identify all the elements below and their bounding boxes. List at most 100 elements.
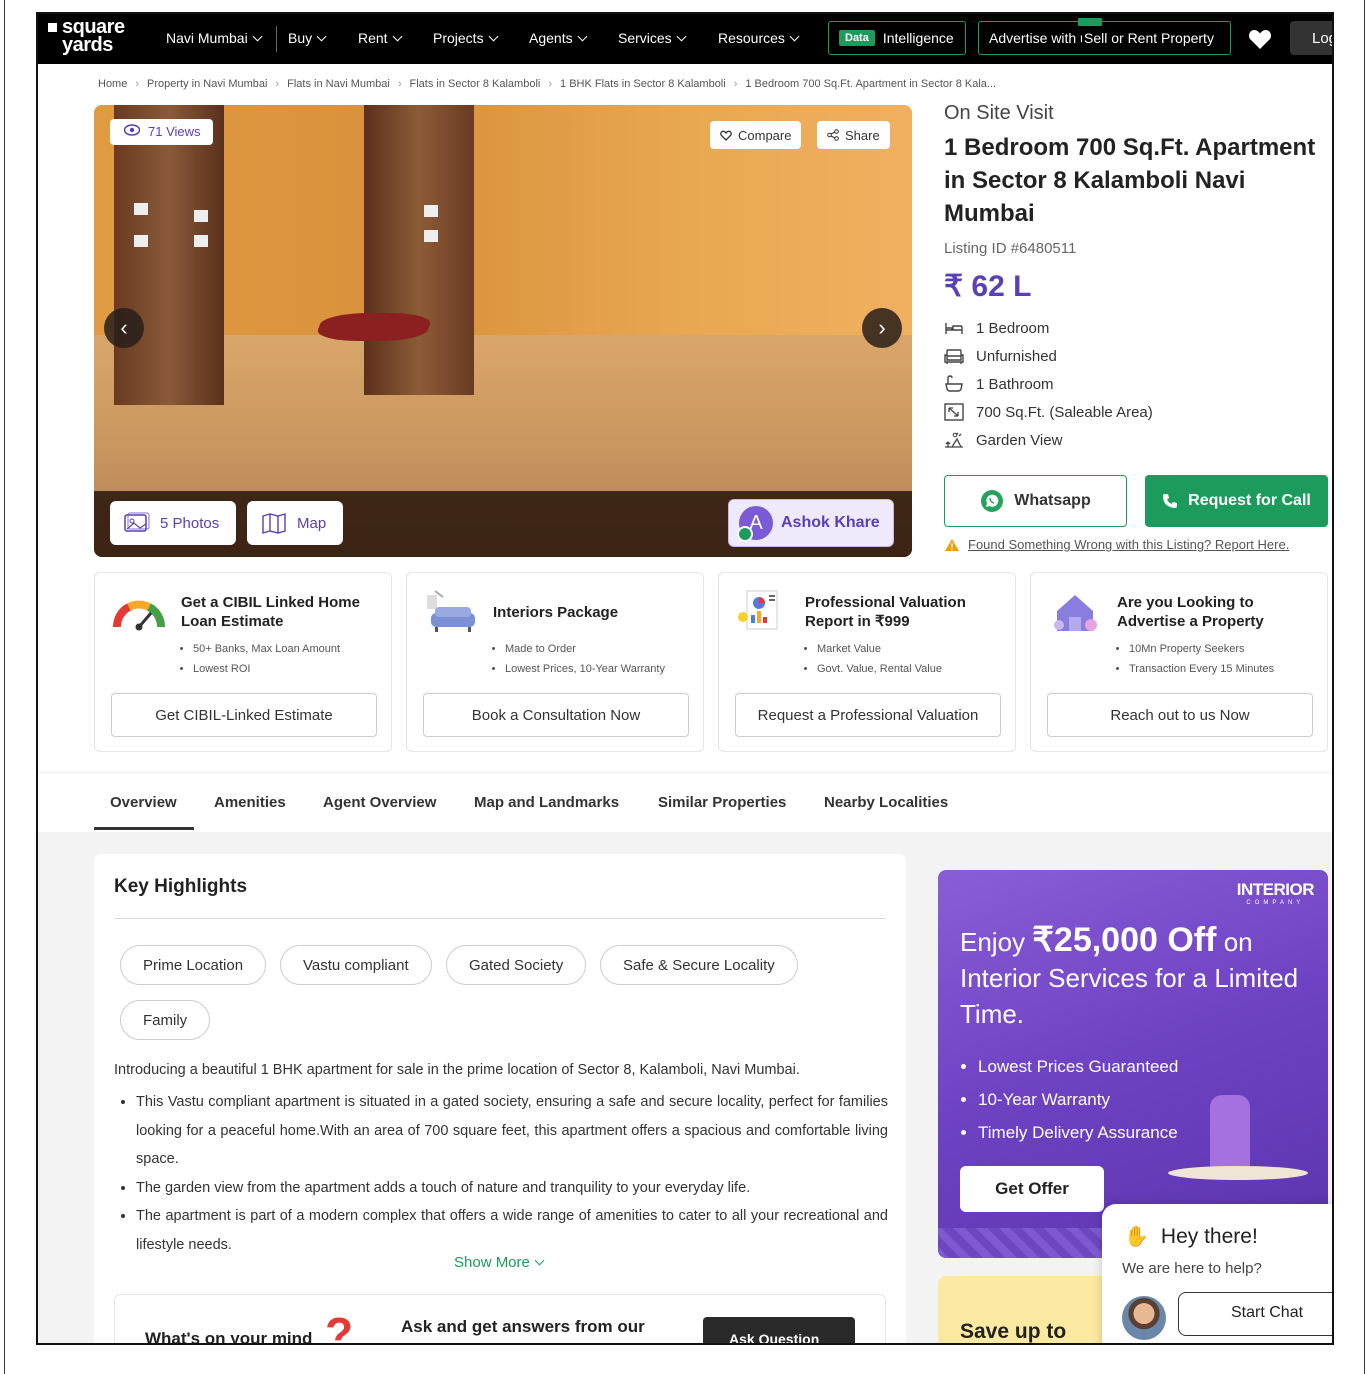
card-bullets: 50+ Banks, Max Loan AmountLowest ROI [193, 639, 340, 679]
chat-subtext: We are here to help? [1122, 1260, 1262, 1277]
nav-label: Agents [529, 30, 573, 46]
share-button[interactable]: Share [817, 121, 890, 149]
chevron-down-icon [534, 1255, 545, 1266]
breadcrumb-link[interactable]: Property in Navi Mumbai [147, 78, 267, 90]
breadcrumb-separator: › [548, 78, 553, 90]
nav-item-services[interactable]: Services [618, 30, 687, 46]
report-link[interactable]: Found Something Wrong with this Listing?… [968, 537, 1289, 552]
question-mark-icon: ? [325, 1308, 354, 1345]
highlight-tag: Gated Society [446, 945, 587, 985]
tab-map-landmarks[interactable]: Map and Landmarks [474, 794, 619, 811]
site-logo[interactable]: square yards [48, 16, 143, 60]
section-title: Key Highlights [114, 876, 248, 897]
description-point: This Vastu compliant apartment is situat… [136, 1088, 888, 1174]
ask-question-button[interactable]: Ask Question [703, 1317, 855, 1345]
offer-bullets: Lowest Prices Guaranteed 10-Year Warrant… [978, 1050, 1178, 1149]
card-bullet: 50+ Banks, Max Loan Amount [193, 639, 340, 659]
photo-cabinet-handle [424, 205, 438, 217]
nav-label: Rent [358, 30, 388, 46]
tab-similar-properties[interactable]: Similar Properties [658, 794, 786, 811]
nav-item-agents[interactable]: Agents [529, 30, 588, 46]
breadcrumb-link[interactable]: 1 BHK Flats in Sector 8 Kalamboli [560, 78, 726, 90]
book-consultation-button[interactable]: Book a Consultation Now [423, 693, 689, 737]
show-more-label: Show More [454, 1254, 530, 1271]
heart-icon[interactable] [1248, 28, 1272, 50]
views-count: 71 Views [148, 124, 201, 139]
property-photo-gallery[interactable]: 71 Views Compare Share ‹ › 5 Photos Map … [94, 105, 912, 557]
get-offer-button[interactable]: Get Offer [960, 1166, 1104, 1212]
agent-name: Ashok Khare [781, 514, 880, 531]
breadcrumb-link[interactable]: Flats in Navi Mumbai [287, 78, 390, 90]
request-call-button[interactable]: Request for Call [1145, 475, 1328, 527]
prev-photo-button[interactable]: ‹ [104, 308, 144, 348]
description-intro: Introducing a beautiful 1 BHK apartment … [114, 1062, 800, 1078]
login-button[interactable]: Log [1290, 21, 1332, 55]
chevron-down-icon [789, 31, 800, 41]
chevron-down-icon [676, 31, 687, 41]
logo-square-icon [48, 23, 57, 32]
breadcrumb-link[interactable]: Flats in Sector 8 Kalamboli [410, 78, 541, 90]
nav-item-projects[interactable]: Projects [433, 30, 499, 46]
nav-label: Projects [433, 30, 484, 46]
reach-out-button[interactable]: Reach out to us Now [1047, 693, 1313, 737]
data-intelligence-button[interactable]: Data Intelligence [828, 21, 966, 55]
request-valuation-button[interactable]: Request a Professional Valuation [735, 693, 1001, 737]
offer-headline: Enjoy ₹25,000 Off on Interior Services f… [960, 922, 1310, 1032]
highlight-tag: Vastu compliant [280, 945, 432, 985]
chevron-down-icon [488, 31, 499, 41]
request-call-label: Request for Call [1188, 492, 1311, 509]
map-button[interactable]: Map [247, 501, 343, 545]
feature-view: Garden View [944, 426, 1332, 454]
card-bullet: Market Value [817, 639, 942, 659]
valuation-card: Professional Valuation Report in ₹999 Ma… [718, 572, 1016, 752]
tab-agent-overview[interactable]: Agent Overview [323, 794, 436, 811]
ask-question-label: Ask Question [729, 1331, 820, 1345]
compare-button[interactable]: Compare [710, 121, 802, 149]
breadcrumb-separator: › [275, 78, 280, 90]
photo-cabinet-handle [134, 203, 148, 215]
photos-button[interactable]: 5 Photos [110, 501, 236, 545]
advertise-sell-button[interactable]: Advertise with us Sell or Rent Property [978, 21, 1231, 55]
breadcrumb: Home › Property in Navi Mumbai › Flats in … [98, 78, 1004, 90]
photos-label: 5 Photos [160, 514, 220, 532]
contact-actions: Whatsapp Request for Call [944, 475, 1330, 527]
description-point: The garden view from the apartment adds … [136, 1174, 888, 1203]
gauge-icon [113, 600, 165, 631]
agent-chip[interactable]: A Ashok Khare [728, 499, 894, 547]
feature-bathroom: 1 Bathroom [944, 370, 1332, 398]
share-icon [827, 129, 839, 141]
map-icon [262, 513, 286, 534]
whatsapp-button[interactable]: Whatsapp [944, 475, 1127, 527]
share-label: Share [845, 127, 880, 143]
report-listing[interactable]: Found Something Wrong with this Listing?… [944, 537, 1289, 552]
browser-page: square yards Navi Mumbai Buy Rent Projec… [36, 12, 1334, 1345]
nav-item-resources[interactable]: Resources [718, 30, 800, 46]
nav-item-buy[interactable]: Buy [288, 30, 327, 46]
chevron-right-icon: › [878, 315, 886, 340]
breadcrumb-link[interactable]: Home [98, 78, 127, 90]
tab-overview[interactable]: Overview [110, 794, 177, 811]
bathtub-icon [945, 375, 963, 392]
intelligence-label: Intelligence [882, 30, 954, 46]
whatsapp-label: Whatsapp [1014, 492, 1091, 509]
interior-offer-banner[interactable]: INTERIOR COMPANY Enjoy ₹25,000 Off on Int… [938, 870, 1328, 1258]
tab-amenities[interactable]: Amenities [214, 794, 286, 811]
city-selector[interactable]: Navi Mumbai [166, 30, 263, 46]
nav-item-rent[interactable]: Rent [358, 30, 403, 46]
savings-text: Save up to [960, 1320, 1067, 1343]
tab-nearby-localities[interactable]: Nearby Localities [824, 794, 948, 811]
show-more-button[interactable]: Show More [454, 1254, 545, 1271]
nav-label: Resources [718, 30, 785, 46]
chat-hello: Hey there! [1160, 1224, 1258, 1248]
start-chat-button[interactable]: Start Chat [1178, 1292, 1332, 1336]
bed-icon [945, 323, 963, 334]
ask-question-card: What's on your mind ? Ask and get answer… [114, 1294, 886, 1345]
agent-initial: A [749, 511, 763, 534]
card-bullet: 10Mn Property Seekers [1129, 639, 1274, 659]
sell-rent-label: Sell or Rent Property [1082, 30, 1214, 46]
offer-amount: ₹25,000 Off [1032, 921, 1217, 959]
property-price: ₹ 62 L [944, 270, 1032, 303]
cibil-estimate-button[interactable]: Get CIBIL-Linked Estimate [111, 693, 377, 737]
heart-outline-icon [720, 130, 732, 141]
next-photo-button[interactable]: › [862, 308, 902, 348]
